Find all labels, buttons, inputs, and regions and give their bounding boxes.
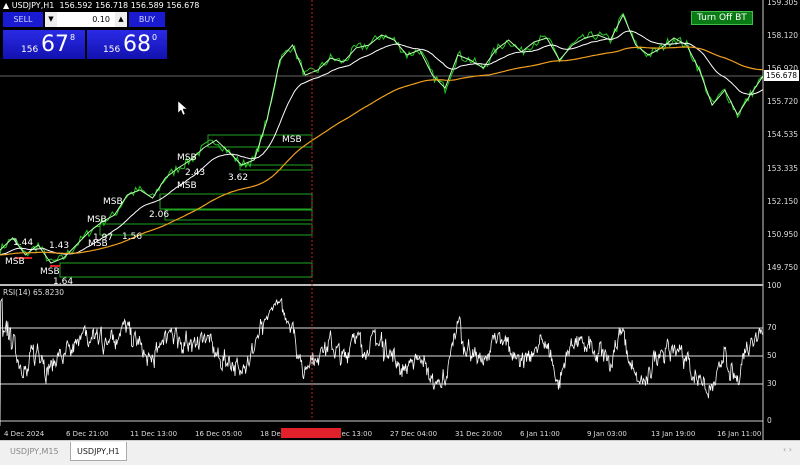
zone-box [59,262,313,278]
annotation-label: 1.97 [93,233,114,243]
price-axis-label: 159.305 [767,0,799,7]
sell-price-button[interactable]: 156 67 8 [3,30,85,59]
time-axis-label: 6 Jan 11:00 [520,430,560,438]
annotation-label: MSB [177,153,197,163]
lot-decrease-icon[interactable]: ▼ [45,12,57,27]
zone-box [159,193,313,210]
rsi-axis-label: 50 [767,351,777,360]
sell-price-big: 156 [21,45,39,55]
time-axis-label: 16 Dec 05:00 [195,430,243,438]
crosshair-time-label [281,428,341,438]
current-price-label: 156.678 [764,70,800,81]
time-axis-label: 9 Jan 03:00 [587,430,627,438]
time-axis-label: 31 Dec 20:00 [455,430,503,438]
chart-header: ▲ USDJPY,H1 156.592 156.718 156.589 156.… [3,1,200,10]
chart-tabs: USDJPY,M15 USDJPY,H1 ‹ › [0,440,800,465]
price-axis-label: 153.335 [767,163,799,173]
zone-box [239,164,313,171]
annotation-label: 1.44 [13,238,34,248]
buy-price-pip: 0 [152,33,158,42]
sell-price-pip: 8 [70,33,76,42]
mouse-cursor-icon [177,100,188,116]
annotation-label: MSB [40,267,60,277]
buy-button[interactable]: BUY [129,12,165,27]
annotation-label: MSB [5,257,25,267]
tab-scroll-arrows-icon[interactable]: ‹ › [783,445,792,454]
rsi-axis-label: 70 [767,323,777,332]
price-axis-label: 150.950 [767,229,799,239]
annotation-label: MSB [87,215,107,225]
price-axis-label: 158.120 [767,31,799,41]
buy-price-button[interactable]: 156 68 0 [87,30,167,59]
annotation-label: 1.43 [49,241,70,251]
price-axis-label: 155.720 [767,97,799,107]
annotation-label: MSB [103,197,123,207]
time-axis-label: 11 Dec 13:00 [130,430,178,438]
annotation-label: MSB [282,135,302,145]
ohlc-label: 156.592 156.718 156.589 156.678 [59,1,200,10]
price-axis-label: 152.150 [767,196,799,206]
price-axis-label: 149.750 [767,262,799,272]
annotation-label: 3.62 [228,173,249,183]
rsi-title: RSI(14) 65.8230 [3,288,64,297]
annotation-label: 1.64 [53,277,74,287]
annotation-label: 2.43 [185,168,206,178]
time-axis-label: 16 Jan 11:00 [717,430,762,438]
fast-ma-line [0,30,764,256]
sell-price-main: 67 [41,32,69,57]
symbol-label: USDJPY,H1 [11,1,55,10]
price-axis-label: 154.535 [767,130,799,140]
annotation-label: MSB [177,181,197,191]
annotation-label: 1.56 [122,232,143,242]
tab-usdjpy-m15[interactable]: USDJPY,M15 [4,442,65,461]
turn-off-bt-button[interactable]: Turn Off BT [691,11,753,25]
sell-button[interactable]: SELL [3,12,43,27]
time-axis-label: 27 Dec 04:00 [390,430,438,438]
buy-price-big: 156 [103,45,121,55]
time-axis-label: 6 Dec 21:00 [66,430,109,438]
lot-increase-icon[interactable]: ▲ [115,12,127,27]
annotation-label: 2.06 [149,210,170,220]
time-axis-label: 13 Jan 19:00 [651,430,696,438]
time-axis-label: 4 Dec 2024 [4,430,45,438]
buy-price-main: 68 [123,32,151,57]
tab-usdjpy-h1[interactable]: USDJPY,H1 [70,442,127,461]
rsi-axis-label: 30 [767,379,777,388]
rsi-axis-label: 0 [767,416,772,425]
rsi-line [0,297,764,427]
one-click-trading-panel: SELL 0.10 ▼ ▲ BUY 156 67 8 156 68 0 [3,12,167,59]
rsi-axis-label: 100 [767,281,782,290]
price-chart[interactable] [0,0,800,440]
